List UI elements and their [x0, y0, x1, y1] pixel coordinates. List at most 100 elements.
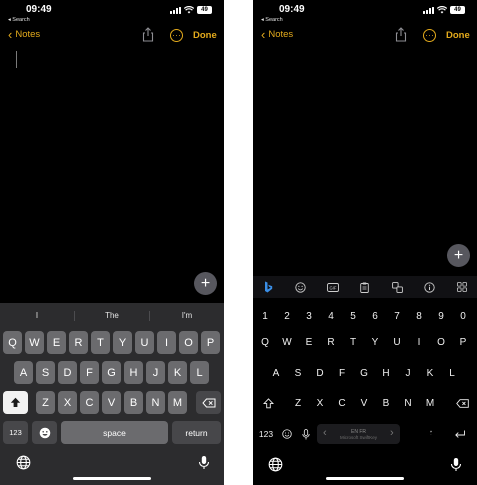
more-options-icon[interactable]: [170, 29, 183, 42]
translate-icon[interactable]: [390, 280, 404, 294]
space-key[interactable]: space: [61, 421, 168, 444]
key-t[interactable]: T: [91, 331, 110, 354]
return-key[interactable]: return: [172, 421, 221, 444]
key-i[interactable]: I: [409, 332, 429, 352]
key-s[interactable]: S: [36, 361, 55, 384]
globe-icon[interactable]: [16, 455, 31, 470]
key-z[interactable]: Z: [36, 391, 55, 414]
key-1[interactable]: 1: [255, 306, 275, 326]
key-d[interactable]: D: [58, 361, 77, 384]
key-p[interactable]: P: [201, 331, 220, 354]
back-to-notes-button[interactable]: ‹ Notes: [8, 28, 40, 42]
globe-icon[interactable]: [268, 457, 283, 472]
key-g[interactable]: G: [354, 363, 374, 383]
key-y[interactable]: Y: [113, 331, 132, 354]
key-q[interactable]: Q: [3, 331, 22, 354]
key-j[interactable]: J: [398, 363, 418, 383]
numbers-key[interactable]: 123: [255, 424, 277, 444]
clipboard-icon[interactable]: [358, 280, 372, 294]
key-v[interactable]: V: [354, 393, 374, 413]
key-8[interactable]: 8: [409, 306, 429, 326]
share-icon[interactable]: [394, 27, 408, 42]
key-r[interactable]: R: [69, 331, 88, 354]
key-m[interactable]: M: [168, 391, 187, 414]
key-o[interactable]: O: [179, 331, 198, 354]
microphone-icon[interactable]: [450, 457, 462, 472]
key-q[interactable]: Q: [255, 332, 275, 352]
key-w[interactable]: W: [277, 332, 297, 352]
numbers-key[interactable]: 123: [3, 421, 28, 444]
done-button[interactable]: Done: [193, 30, 217, 41]
info-icon[interactable]: [423, 280, 437, 294]
key-l[interactable]: L: [442, 363, 462, 383]
more-options-icon[interactable]: [423, 29, 436, 42]
key-f[interactable]: F: [80, 361, 99, 384]
key-b[interactable]: B: [124, 391, 143, 414]
emoji-key[interactable]: [279, 424, 295, 444]
key-z[interactable]: Z: [288, 393, 308, 413]
key-y[interactable]: Y: [365, 332, 385, 352]
key-w[interactable]: W: [25, 331, 44, 354]
key-b[interactable]: B: [376, 393, 396, 413]
key-n[interactable]: N: [398, 393, 418, 413]
key-c[interactable]: C: [332, 393, 352, 413]
shift-key[interactable]: [257, 393, 279, 413]
shift-key[interactable]: [3, 391, 28, 414]
key-l[interactable]: L: [190, 361, 209, 384]
arrow-left-icon[interactable]: ‹: [323, 427, 327, 439]
grid-icon[interactable]: [455, 280, 469, 294]
key-a[interactable]: A: [266, 363, 286, 383]
gif-icon[interactable]: GIF: [326, 280, 340, 294]
key-u[interactable]: U: [387, 332, 407, 352]
key-3[interactable]: 3: [299, 306, 319, 326]
key-g[interactable]: G: [102, 361, 121, 384]
add-button[interactable]: +: [447, 244, 470, 267]
key-v[interactable]: V: [102, 391, 121, 414]
key-o[interactable]: O: [431, 332, 451, 352]
key-k[interactable]: K: [168, 361, 187, 384]
arrow-right-icon[interactable]: ›: [390, 427, 394, 439]
done-button[interactable]: Done: [446, 30, 470, 41]
key-5[interactable]: 5: [343, 306, 363, 326]
emoji-key[interactable]: [32, 421, 57, 444]
key-f[interactable]: F: [332, 363, 352, 383]
bing-icon[interactable]: [261, 280, 275, 294]
period-key[interactable]: . :: [424, 422, 438, 442]
microphone-key[interactable]: [298, 424, 314, 444]
key-t[interactable]: T: [343, 332, 363, 352]
key-u[interactable]: U: [135, 331, 154, 354]
key-0[interactable]: 0: [453, 306, 473, 326]
key-h[interactable]: H: [376, 363, 396, 383]
backspace-key[interactable]: [196, 391, 221, 414]
add-button[interactable]: +: [194, 272, 217, 295]
status-back-to-search[interactable]: ◂ Search: [261, 17, 283, 23]
key-p[interactable]: P: [453, 332, 473, 352]
emoji-icon[interactable]: [293, 280, 307, 294]
key-k[interactable]: K: [420, 363, 440, 383]
key-d[interactable]: D: [310, 363, 330, 383]
share-icon[interactable]: [141, 27, 155, 42]
key-2[interactable]: 2: [277, 306, 297, 326]
key-x[interactable]: X: [58, 391, 77, 414]
key-e[interactable]: E: [299, 332, 319, 352]
suggestion[interactable]: I'm: [150, 308, 224, 324]
key-n[interactable]: N: [146, 391, 165, 414]
key-4[interactable]: 4: [321, 306, 341, 326]
key-e[interactable]: E: [47, 331, 66, 354]
suggestion[interactable]: The: [75, 308, 149, 324]
key-j[interactable]: J: [146, 361, 165, 384]
key-6[interactable]: 6: [365, 306, 385, 326]
space-key[interactable]: EN FR Microsoft SwiftKey: [317, 424, 400, 444]
enter-key[interactable]: [449, 424, 471, 444]
key-m[interactable]: M: [420, 393, 440, 413]
key-h[interactable]: H: [124, 361, 143, 384]
key-x[interactable]: X: [310, 393, 330, 413]
key-9[interactable]: 9: [431, 306, 451, 326]
key-i[interactable]: I: [157, 331, 176, 354]
key-s[interactable]: S: [288, 363, 308, 383]
key-7[interactable]: 7: [387, 306, 407, 326]
suggestion[interactable]: I: [0, 308, 74, 324]
microphone-icon[interactable]: [198, 455, 210, 470]
key-a[interactable]: A: [14, 361, 33, 384]
key-c[interactable]: C: [80, 391, 99, 414]
